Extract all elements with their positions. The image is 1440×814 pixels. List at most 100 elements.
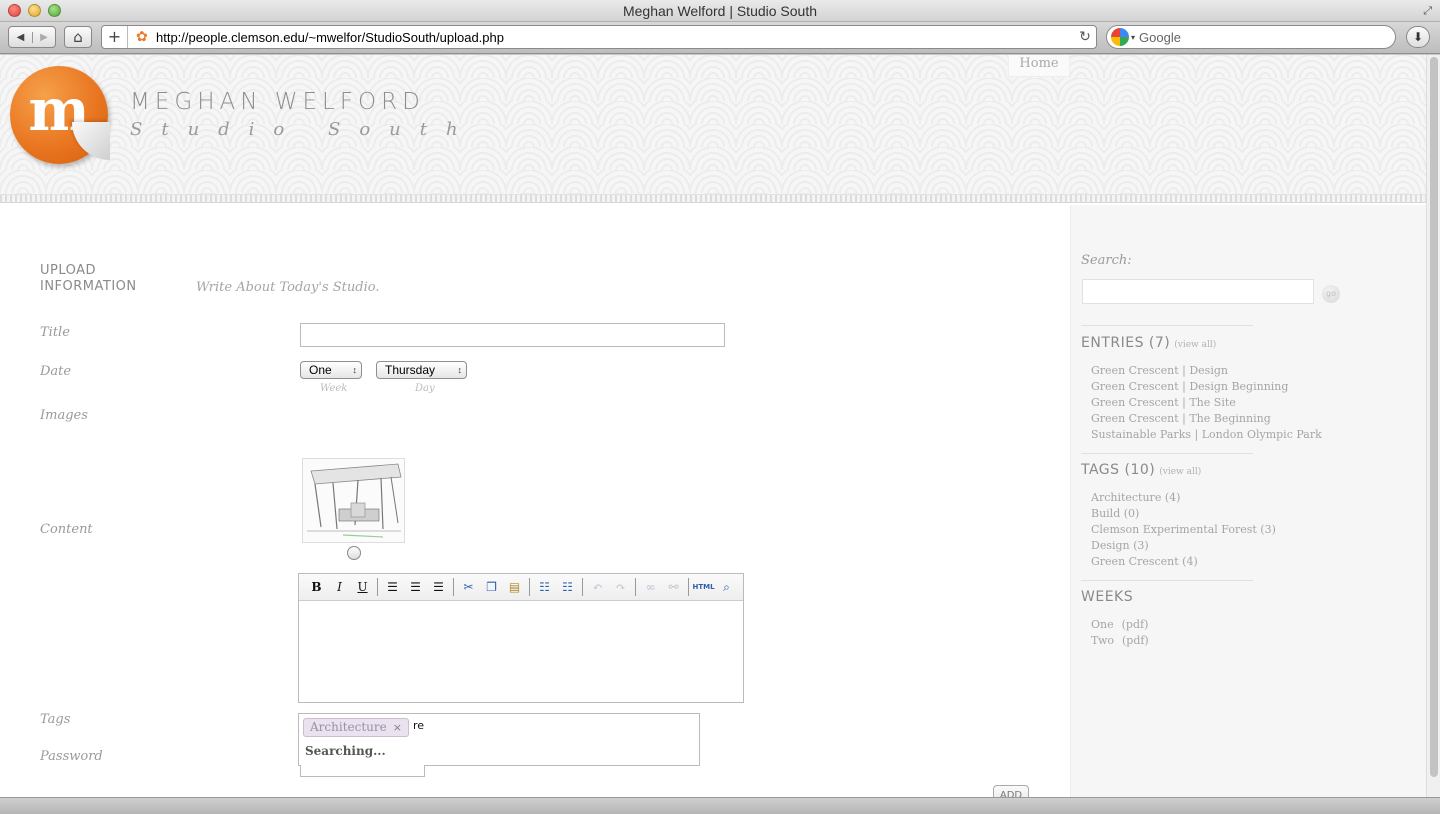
- content-label: Content: [40, 522, 93, 537]
- tag-link[interactable]: Green Crescent (4): [1091, 554, 1276, 570]
- fullscreen-icon[interactable]: ⤢: [1423, 4, 1432, 18]
- title-label: Title: [40, 325, 70, 340]
- align-left-icon[interactable]: ☰: [381, 577, 404, 597]
- tag-typed-text[interactable]: re: [413, 719, 424, 732]
- site-name: MEGHAN WELFORD: [130, 89, 425, 115]
- bold-icon[interactable]: B: [305, 577, 328, 597]
- entry-link[interactable]: Green Crescent | Design Beginning: [1091, 379, 1322, 395]
- entry-link[interactable]: Green Crescent | The Site: [1091, 395, 1322, 411]
- copy-icon[interactable]: ❐: [480, 577, 503, 597]
- tags-view-all-link[interactable]: (view all): [1159, 467, 1201, 477]
- date-label: Date: [40, 364, 72, 379]
- tag-chip[interactable]: Architecture ×: [303, 718, 409, 737]
- week-item: Two (pdf): [1091, 633, 1149, 649]
- entries-title: ENTRIES (7): [1081, 335, 1171, 351]
- italic-icon[interactable]: I: [328, 577, 351, 597]
- preview-icon[interactable]: ⌕: [715, 577, 738, 597]
- window-titlebar: Meghan Welford | Studio South ⤢: [0, 0, 1440, 22]
- tag-link[interactable]: Design (3): [1091, 538, 1276, 554]
- search-input[interactable]: [1082, 279, 1314, 304]
- address-bar[interactable]: + ✿ http://people.clemson.edu/~mwelfor/S…: [101, 25, 1097, 49]
- week-pdf-link[interactable]: (pdf): [1122, 634, 1149, 647]
- cut-icon[interactable]: ✂: [457, 577, 480, 597]
- site-logo[interactable]: m: [10, 66, 110, 164]
- tag-link[interactable]: Clemson Experimental Forest (3): [1091, 522, 1276, 538]
- tiger-paw-favicon-icon: ✿: [136, 29, 148, 45]
- week-pdf-link[interactable]: (pdf): [1122, 618, 1149, 631]
- undo-icon[interactable]: ↶: [586, 577, 609, 597]
- image-thumbnail[interactable]: [302, 458, 405, 543]
- tags-title: TAGS (10): [1081, 462, 1156, 478]
- toolbar-separator: [453, 578, 454, 596]
- page-scrollbar[interactable]: [1426, 55, 1440, 797]
- toolbar-separator: [582, 578, 583, 596]
- add-button[interactable]: ADD: [993, 785, 1029, 797]
- upload-heading: UPLOAD INFORMATION: [40, 263, 137, 294]
- link-icon[interactable]: ∞: [639, 577, 662, 597]
- search-engine-placeholder: Google: [1139, 29, 1181, 45]
- page-curl-decoration: [72, 122, 110, 160]
- numbered-list-icon[interactable]: ☷: [556, 577, 579, 597]
- add-bookmark-icon[interactable]: +: [102, 26, 128, 48]
- window-title: Meghan Welford | Studio South: [622, 3, 818, 19]
- reload-icon[interactable]: ↻: [1074, 29, 1096, 45]
- week-link[interactable]: Two: [1091, 634, 1114, 647]
- search-engine-field[interactable]: ▾ Google: [1106, 25, 1396, 49]
- home-icon[interactable]: ⌂: [64, 26, 92, 48]
- forward-arrow-icon[interactable]: ▶: [31, 31, 55, 43]
- image-select-radio[interactable]: [347, 546, 361, 560]
- entry-link[interactable]: Green Crescent | Design: [1091, 363, 1322, 379]
- weeks-heading: WEEKS: [1081, 589, 1134, 605]
- day-caption: Day: [415, 383, 435, 394]
- tag-link[interactable]: Architecture (4): [1091, 490, 1276, 506]
- align-center-icon[interactable]: ☰: [404, 577, 427, 597]
- week-select[interactable]: One: [300, 361, 362, 379]
- toolbar-separator: [377, 578, 378, 596]
- sidebar-divider: [1081, 580, 1253, 581]
- html-source-icon[interactable]: HTML: [692, 577, 715, 597]
- chevron-down-icon[interactable]: ▾: [1131, 33, 1135, 42]
- images-label: Images: [40, 408, 88, 423]
- url-text[interactable]: http://people.clemson.edu/~mwelfor/Studi…: [156, 30, 1074, 45]
- tag-link[interactable]: Build (0): [1091, 506, 1276, 522]
- entry-link[interactable]: Green Crescent | The Beginning: [1091, 411, 1322, 427]
- paste-icon[interactable]: ▤: [503, 577, 526, 597]
- rich-text-editor[interactable]: B I U ☰ ☰ ☰ ✂ ❐ ▤ ☷ ☷ ↶ ↷ ∞ ⚯ HTML ⌕: [298, 573, 744, 703]
- search-label: Search:: [1081, 253, 1132, 268]
- site-tagline: Studio South: [130, 119, 477, 140]
- entries-list: Green Crescent | Design Green Crescent |…: [1091, 363, 1322, 443]
- web-page: m MEGHAN WELFORD Studio South Home UPLOA…: [0, 55, 1426, 797]
- bullet-list-icon[interactable]: ☷: [533, 577, 556, 597]
- site-header: m MEGHAN WELFORD Studio South Home: [0, 55, 1426, 195]
- title-input[interactable]: [300, 323, 725, 347]
- google-icon[interactable]: [1111, 28, 1129, 46]
- redo-icon[interactable]: ↷: [609, 577, 632, 597]
- nav-home-link[interactable]: Home: [1008, 55, 1070, 77]
- sidebar: Search: go ENTRIES (7) (view all) Green C…: [1070, 205, 1426, 797]
- unlink-icon[interactable]: ⚯: [662, 577, 685, 597]
- remove-tag-icon[interactable]: ×: [393, 721, 402, 734]
- downloads-icon[interactable]: ⬇: [1406, 26, 1430, 48]
- week-item: One (pdf): [1091, 617, 1149, 633]
- entry-link[interactable]: Sustainable Parks | London Olympic Park: [1091, 427, 1322, 443]
- password-input[interactable]: [300, 765, 425, 777]
- editor-toolbar: B I U ☰ ☰ ☰ ✂ ❐ ▤ ☷ ☷ ↶ ↷ ∞ ⚯ HTML ⌕: [299, 574, 743, 601]
- align-right-icon[interactable]: ☰: [427, 577, 450, 597]
- upload-form: UPLOAD INFORMATION Write About Today's S…: [0, 205, 1070, 797]
- password-label: Password: [40, 749, 103, 764]
- scrollbar-thumb[interactable]: [1430, 57, 1438, 777]
- search-go-button[interactable]: go: [1322, 285, 1340, 303]
- week-link[interactable]: One: [1091, 618, 1114, 631]
- header-divider: [0, 195, 1426, 203]
- toolbar-separator: [529, 578, 530, 596]
- day-select[interactable]: Thursday: [376, 361, 467, 379]
- tags-input[interactable]: Architecture × re: [298, 713, 700, 740]
- underline-icon[interactable]: U: [351, 577, 374, 597]
- entries-view-all-link[interactable]: (view all): [1174, 340, 1216, 350]
- back-arrow-icon[interactable]: ◀: [9, 32, 32, 43]
- sidebar-divider: [1081, 453, 1253, 454]
- toolbar-separator: [688, 578, 689, 596]
- pavilion-sketch-image: [303, 459, 404, 542]
- back-forward-buttons[interactable]: ◀ ▶: [8, 26, 56, 48]
- browser-toolbar: ◀ ▶ ⌂ + ✿ http://people.clemson.edu/~mwe…: [0, 22, 1440, 54]
